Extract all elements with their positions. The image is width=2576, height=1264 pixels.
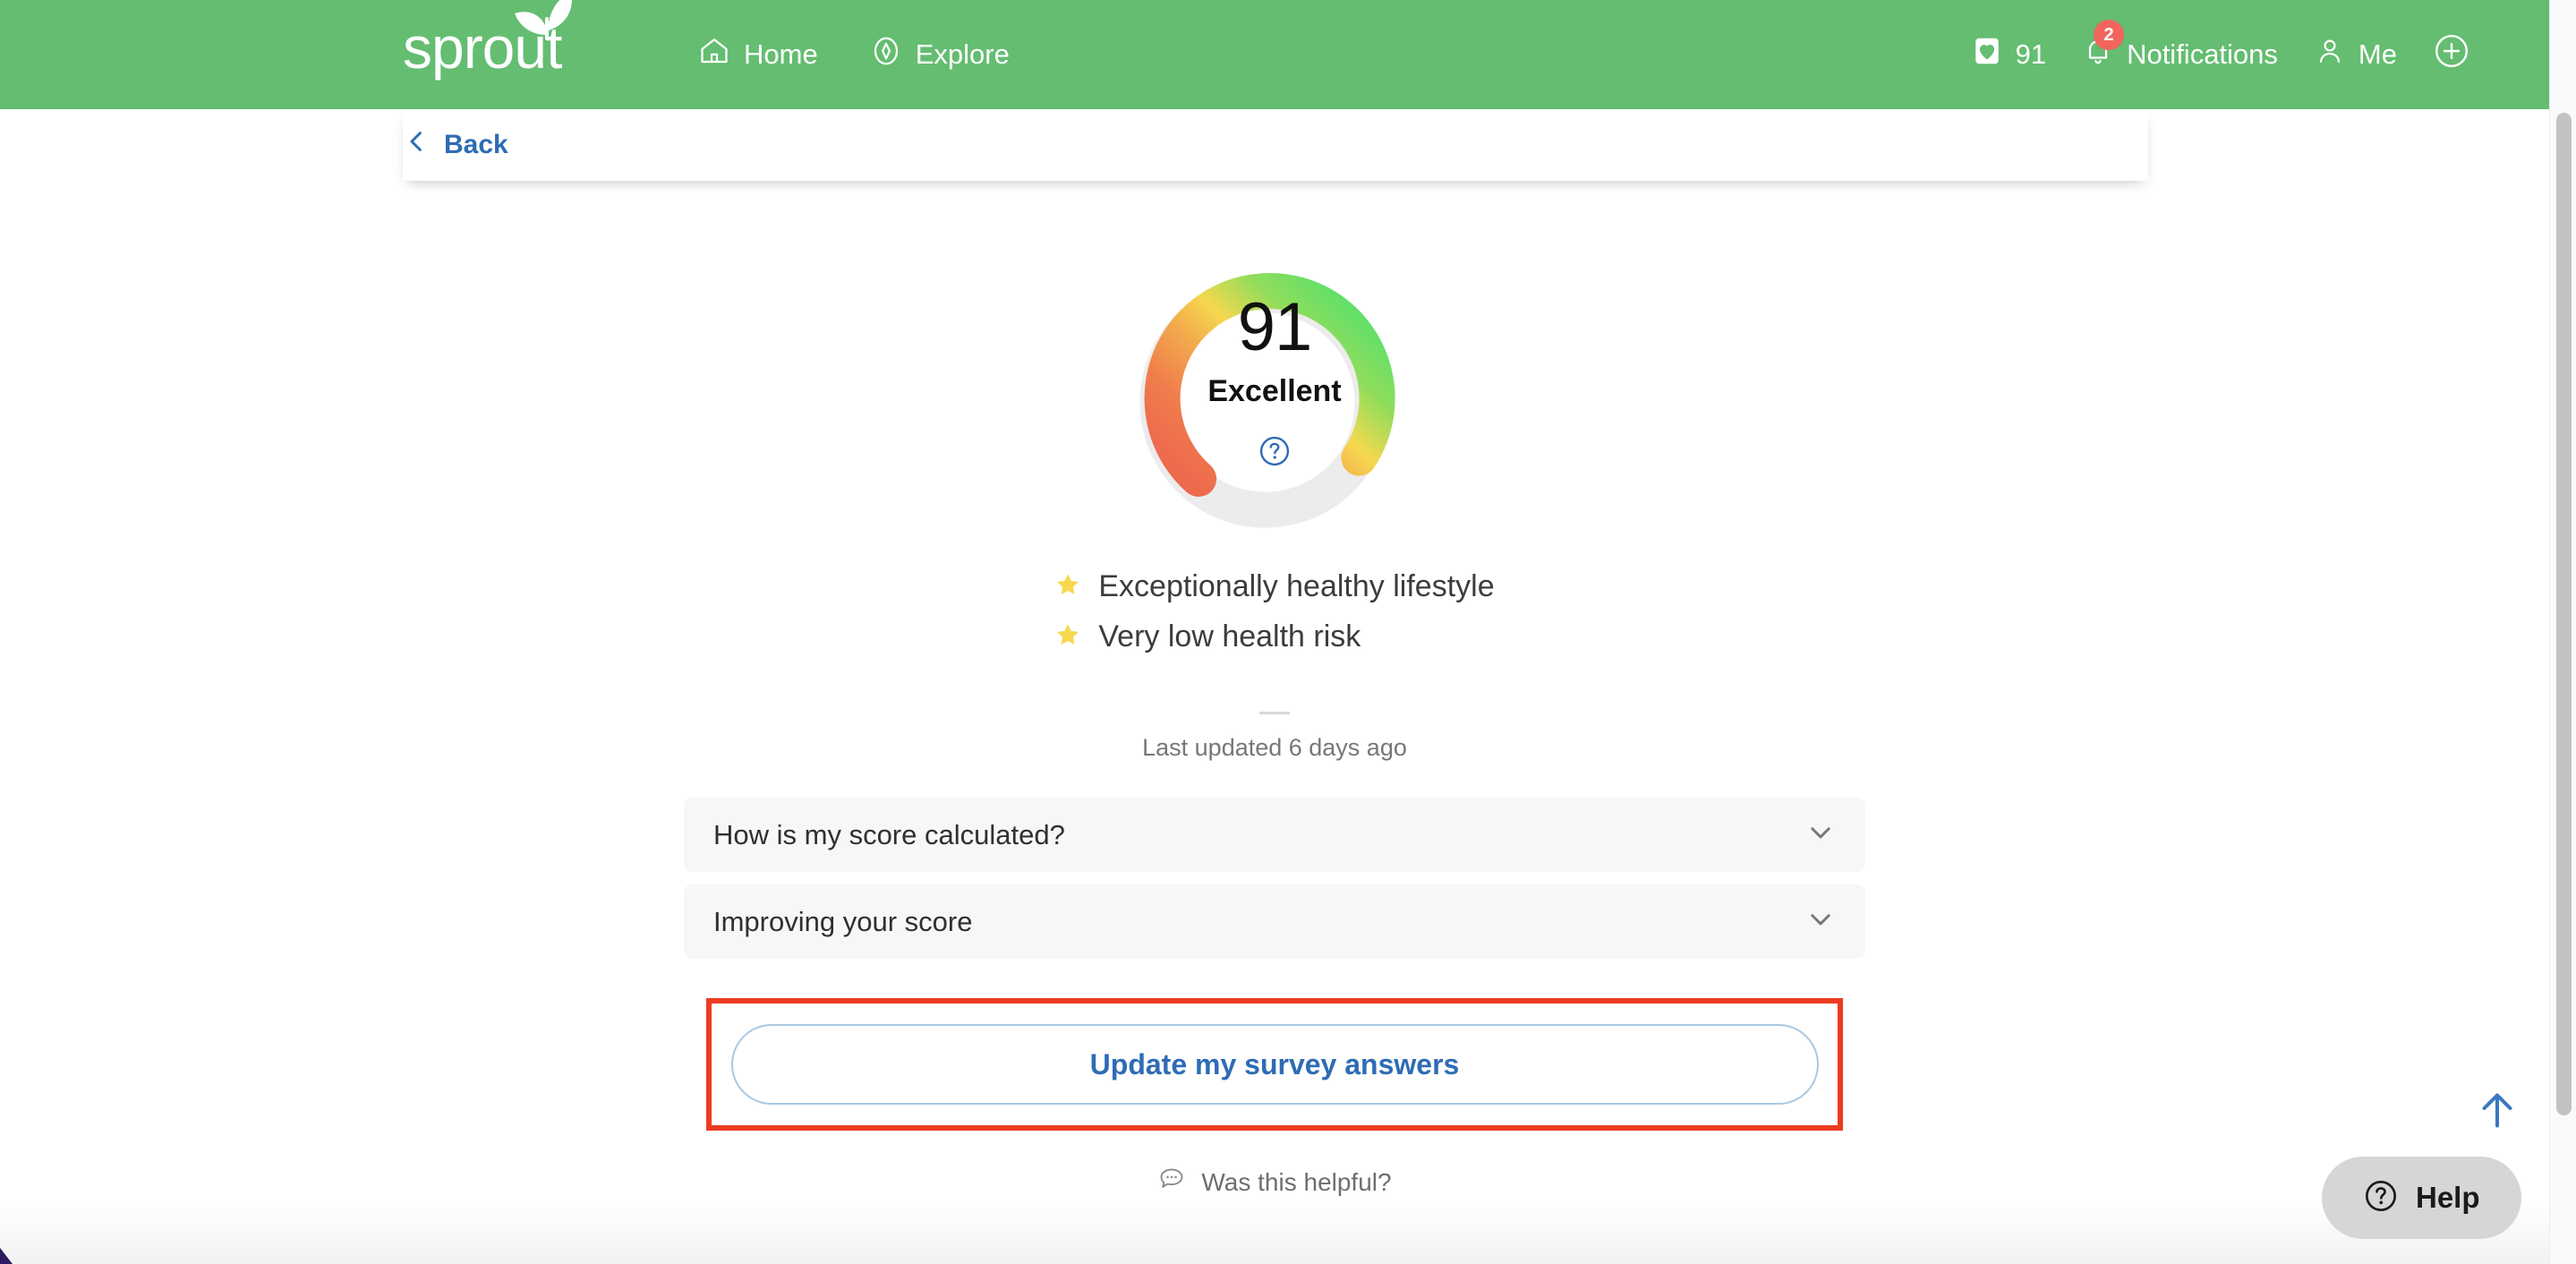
- sticky-back-bar: Back: [403, 109, 2148, 181]
- main-content: 91 Excellent Exceptionally healthy lifes…: [0, 181, 2549, 1200]
- accordion-title: Improving your score: [713, 905, 973, 937]
- nav-item-me-label: Me: [2358, 38, 2397, 70]
- arrow-up-icon: [2470, 1093, 2524, 1140]
- score-pill[interactable]: 91: [1971, 35, 2046, 74]
- gauge-help-button[interactable]: [1258, 434, 1292, 468]
- back-link[interactable]: Back: [403, 128, 508, 162]
- nav-item-notifications[interactable]: 2 Notifications: [2082, 20, 2278, 74]
- nav-item-explore-label: Explore: [915, 38, 1010, 70]
- chevron-down-icon: [1805, 904, 1836, 939]
- health-score-gauge: 91 Excellent: [1069, 197, 1480, 555]
- speech-bubble-icon: [1157, 1165, 1186, 1200]
- highlight-item-text: Exceptionally healthy lifestyle: [1098, 569, 1495, 603]
- page-scrollbar-thumb[interactable]: [2556, 113, 2572, 1115]
- highlight-item-text: Very low health risk: [1098, 619, 1361, 653]
- notifications-badge: 2: [2094, 20, 2125, 50]
- accordion-improving-your-score[interactable]: Improving your score: [684, 884, 1865, 959]
- score-pill-value: 91: [2015, 38, 2047, 70]
- highlight-item: Exceptionally healthy lifestyle: [1054, 569, 1495, 604]
- add-button[interactable]: [2433, 32, 2470, 77]
- accordion-title: How is my score calculated?: [713, 818, 1065, 850]
- section-divider: [1259, 712, 1290, 714]
- plus-circle-icon: [2433, 32, 2470, 77]
- gauge-rating-label: Excellent: [1207, 374, 1342, 408]
- compass-icon: [870, 35, 902, 74]
- page-root: sprout Home Explore 91 2 Notifications M…: [0, 0, 2576, 1264]
- help-widget-button[interactable]: Help: [2322, 1157, 2521, 1239]
- home-icon: [698, 35, 730, 74]
- secondary-nav: 91 2 Notifications Me: [1971, 20, 2470, 77]
- accordion-how-is-my-score-calculated[interactable]: How is my score calculated?: [684, 798, 1865, 872]
- accordion-list: How is my score calculated? Improving yo…: [684, 798, 1865, 959]
- back-link-label: Back: [444, 130, 508, 159]
- bell-icon-wrapper: 2: [2082, 20, 2125, 74]
- was-this-helpful[interactable]: Was this helpful?: [1157, 1165, 1392, 1200]
- highlight-item: Very low health risk: [1054, 619, 1494, 654]
- help-widget-label: Help: [2416, 1181, 2480, 1214]
- question-circle-icon: [2363, 1178, 2399, 1218]
- gauge-score-value: 91: [1237, 289, 1313, 365]
- update-survey-answers-button[interactable]: Update my survey answers: [730, 1024, 1819, 1105]
- page-scrollbar[interactable]: [2549, 0, 2576, 1264]
- was-this-helpful-label: Was this helpful?: [1201, 1167, 1392, 1196]
- update-survey-answers-label: Update my survey answers: [1089, 1047, 1460, 1080]
- star-icon: [1054, 621, 1081, 653]
- question-circle-icon: [1258, 436, 1292, 472]
- person-icon: [2314, 35, 2346, 74]
- cta-highlight-box: Update my survey answers: [706, 998, 1843, 1131]
- bottom-gradient-overlay: [0, 1201, 2549, 1264]
- primary-nav: Home Explore: [698, 35, 1010, 74]
- star-icon: [1054, 571, 1081, 602]
- scroll-to-top-button[interactable]: [2470, 1083, 2524, 1137]
- last-updated-text: Last updated 6 days ago: [1142, 734, 1407, 761]
- top-navigation-bar: sprout Home Explore 91 2 Notifications M…: [0, 0, 2549, 109]
- heart-card-icon: [1971, 35, 2003, 74]
- nav-item-home[interactable]: Home: [698, 35, 818, 74]
- nav-item-explore[interactable]: Explore: [870, 35, 1010, 74]
- highlights-list: Exceptionally healthy lifestyle Very low…: [1054, 569, 1495, 654]
- nav-item-notifications-label: Notifications: [2127, 38, 2278, 70]
- chevron-down-icon: [1805, 817, 1836, 852]
- gauge-center-content: 91 Excellent: [1069, 294, 1480, 468]
- chevron-left-icon: [403, 128, 430, 162]
- nav-item-home-label: Home: [744, 38, 818, 70]
- sprout-leaf-icon: [512, 0, 582, 45]
- nav-item-me[interactable]: Me: [2314, 35, 2397, 74]
